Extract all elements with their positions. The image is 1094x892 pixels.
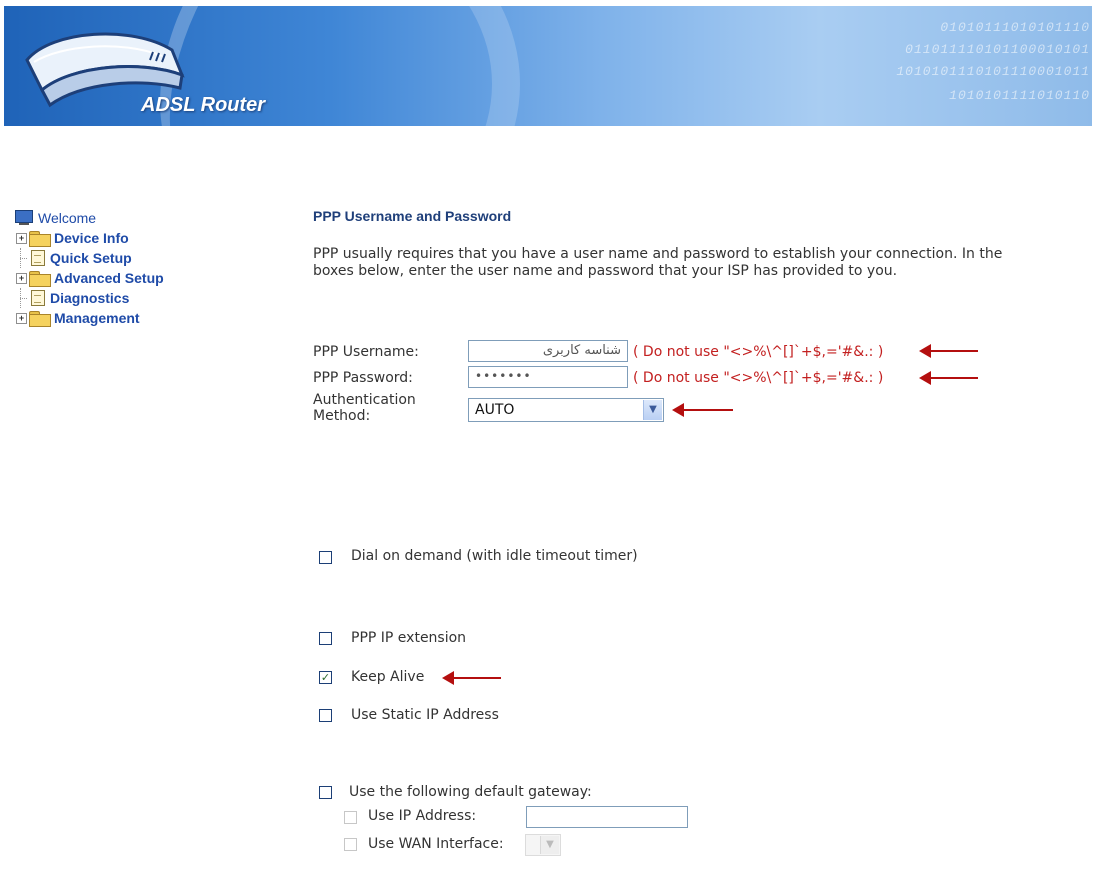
auth-method-label: Authentication Method: [313, 392, 416, 424]
arrow-annotation [919, 344, 978, 358]
sidebar-item-label: Quick Setup [50, 250, 132, 266]
expand-icon[interactable]: + [16, 272, 27, 284]
default-gateway-checkbox[interactable] [319, 786, 332, 799]
username-warning: ( Do not use "<>%\^[]`+$,='#&.: ) [633, 344, 884, 360]
binary-text: 1010101110101110001011 [896, 64, 1090, 79]
page-title: PPP Username and Password [313, 208, 512, 224]
sidebar-tree: Welcome + Device Info Quick Setup + Adva… [14, 208, 164, 328]
wan-interface-select[interactable]: ▼ [525, 834, 561, 856]
arrow-annotation [442, 671, 501, 685]
keep-alive-label: Keep Alive [351, 669, 425, 685]
username-label: PPP Username: [313, 344, 419, 360]
sidebar-item-label: Advanced Setup [54, 270, 164, 286]
sidebar-item-quick-setup[interactable]: Quick Setup [14, 248, 164, 268]
page-description: PPP usually requires that you have a use… [313, 246, 1003, 279]
auth-method-label-line: Authentication [313, 392, 416, 408]
ip-address-input[interactable] [526, 806, 688, 828]
expand-icon[interactable]: + [16, 232, 27, 244]
sidebar-root-welcome[interactable]: Welcome [14, 208, 164, 228]
folder-icon [29, 230, 51, 247]
ppp-ip-extension-label: PPP IP extension [351, 630, 467, 646]
header-banner: ADSL Router 01010111010101110 0110111101… [4, 6, 1092, 126]
tree-connector [14, 248, 27, 268]
dial-on-demand-checkbox[interactable] [319, 551, 332, 564]
sidebar-item-advanced-setup[interactable]: + Advanced Setup [14, 268, 164, 288]
binary-text: 01010111010101110 [940, 20, 1090, 35]
arrow-annotation [672, 403, 733, 417]
sidebar-item-device-info[interactable]: + Device Info [14, 228, 164, 248]
sidebar-root-label: Welcome [38, 210, 97, 226]
ppp-ip-extension-checkbox[interactable] [319, 632, 332, 645]
sidebar-item-management[interactable]: + Management [14, 308, 164, 328]
static-ip-checkbox[interactable] [319, 709, 332, 722]
auth-method-value: AUTO [475, 402, 515, 418]
sidebar-item-label: Diagnostics [50, 290, 130, 306]
sidebar-item-label: Device Info [54, 230, 129, 246]
use-wan-interface-checkbox[interactable] [344, 838, 357, 851]
chevron-down-icon[interactable]: ▼ [540, 836, 559, 854]
static-ip-label: Use Static IP Address [351, 707, 499, 723]
sidebar-item-diagnostics[interactable]: Diagnostics [14, 288, 164, 308]
default-gateway-label: Use the following default gateway: [349, 784, 592, 800]
folder-icon [29, 310, 51, 327]
password-input[interactable]: ••••••• [468, 366, 628, 388]
arrow-annotation [919, 371, 978, 385]
password-warning: ( Do not use "<>%\^[]`+$,='#&.: ) [633, 370, 884, 386]
page-icon [31, 250, 45, 266]
folder-icon [29, 270, 51, 287]
username-input[interactable]: شناسه کاربری [468, 340, 628, 362]
password-label: PPP Password: [313, 370, 413, 386]
tree-connector [14, 288, 27, 308]
use-ip-address-label: Use IP Address: [368, 808, 477, 824]
banner-title: ADSL Router [141, 94, 266, 116]
page-icon [31, 290, 45, 306]
keep-alive-checkbox[interactable]: ✓ [319, 671, 332, 684]
binary-text: 011011110101100010101 [905, 42, 1090, 57]
expand-icon[interactable]: + [16, 312, 27, 324]
auth-method-label-line: Method: [313, 408, 371, 424]
chevron-down-icon[interactable]: ▼ [643, 400, 662, 420]
use-wan-interface-label: Use WAN Interface: [368, 836, 504, 852]
binary-text: 1010101111010110 [949, 88, 1090, 103]
computer-icon [14, 210, 34, 226]
use-ip-address-checkbox[interactable] [344, 811, 357, 824]
sidebar-item-label: Management [54, 310, 140, 326]
auth-method-select[interactable]: AUTO ▼ [468, 398, 664, 422]
dial-on-demand-label: Dial on demand (with idle timeout timer) [351, 548, 638, 564]
